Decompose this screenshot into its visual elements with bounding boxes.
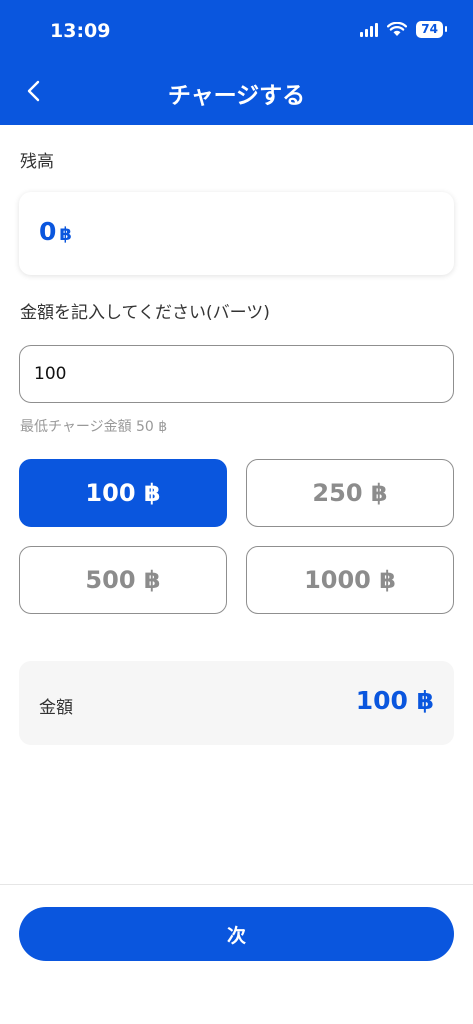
preset-500-button[interactable]: 500 ฿	[19, 546, 227, 614]
wifi-icon	[387, 22, 408, 36]
balance-card: 0 ฿	[19, 192, 454, 275]
signal-icon	[360, 22, 379, 37]
balance-unit: ฿	[59, 224, 72, 245]
status-time: 13:09	[50, 20, 111, 42]
summary-value: 100 ฿	[355, 686, 434, 715]
amount-summary-card: 金額 100 ฿	[19, 661, 454, 745]
status-icons: 74	[360, 21, 447, 38]
page-title: チャージする	[167, 83, 306, 109]
amount-input[interactable]	[19, 345, 454, 403]
balance-amount: 0	[39, 217, 57, 246]
balance-value: 0 ฿	[39, 217, 72, 246]
preset-250-button[interactable]: 250 ฿	[246, 459, 454, 527]
minimum-charge-hint: 最低チャージ金額 50 ฿	[20, 419, 168, 435]
next-button[interactable]: 次	[19, 907, 454, 961]
preset-100-button[interactable]: 100 ฿	[19, 459, 227, 527]
app-header: 13:09 74 チャージする	[0, 0, 473, 125]
battery-icon: 74	[416, 21, 447, 38]
footer-divider	[0, 884, 473, 885]
balance-label: 残高	[20, 152, 54, 172]
summary-label: 金額	[39, 698, 73, 718]
amount-input-label: 金額を記入してください(バーツ)	[20, 303, 270, 323]
preset-1000-button[interactable]: 1000 ฿	[246, 546, 454, 614]
